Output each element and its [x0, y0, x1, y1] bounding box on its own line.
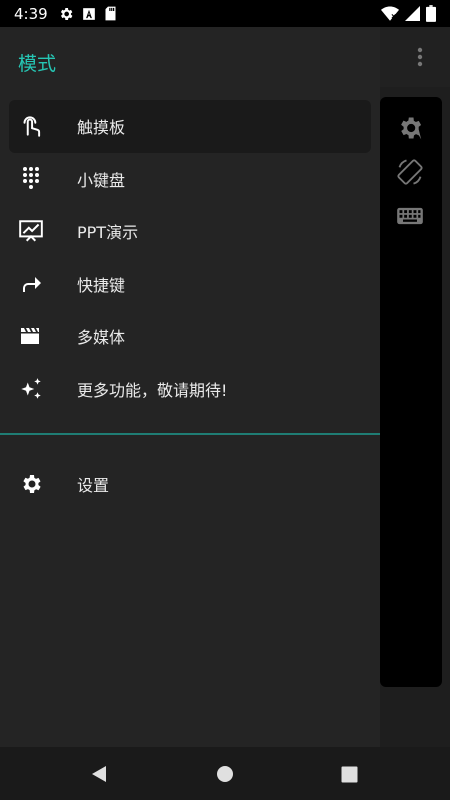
menu-item-label: 多媒体: [77, 328, 126, 348]
menu-item-shortcuts[interactable]: 快捷键: [9, 258, 371, 311]
settings-label: 设置: [77, 476, 110, 495]
menu-item-label: 触摸板: [77, 118, 126, 138]
menu-item-dialpad[interactable]: 小键盘: [9, 153, 371, 206]
system-navigation-bar: [0, 747, 450, 800]
status-bar: 4:39: [0, 0, 450, 27]
presentation-icon: [18, 218, 44, 244]
signal-icon: [405, 6, 420, 21]
settings-icon: [18, 471, 44, 497]
touchpad-icon: [18, 113, 44, 139]
dialpad-icon: [18, 166, 44, 192]
recents-icon[interactable]: [338, 763, 360, 785]
drawer-title: 模式: [18, 53, 57, 75]
battery-icon: [426, 5, 436, 22]
sparkle-icon: [18, 376, 44, 402]
drawer-divider: [0, 433, 380, 435]
overflow-menu-icon[interactable]: [410, 45, 430, 69]
menu-item-label: PPT演示: [77, 223, 139, 243]
settings-gear-icon[interactable]: [396, 114, 424, 142]
home-icon[interactable]: [214, 763, 236, 785]
menu-item-ppt[interactable]: PPT演示: [9, 205, 371, 258]
menu-item-label: 快捷键: [77, 275, 126, 295]
font-icon: [82, 7, 95, 20]
navigation-drawer: 模式 触摸板 小键盘 PPT演示 快捷键 多媒体 更多功能，敬请期待! 设置: [0, 27, 380, 747]
clapperboard-icon: [18, 323, 44, 349]
menu-item-label: 更多功能，敬请期待!: [77, 380, 228, 400]
sd-card-icon: [105, 6, 116, 21]
gear-icon: [60, 7, 73, 20]
menu-item-touchpad[interactable]: 触摸板: [9, 100, 371, 153]
menu-item-multimedia[interactable]: 多媒体: [9, 310, 371, 363]
shortcut-arrow-icon: [18, 271, 44, 297]
menu-item-more-features[interactable]: 更多功能，敬请期待!: [9, 363, 371, 416]
screen-rotation-icon[interactable]: [396, 158, 424, 186]
menu-item-settings[interactable]: 设置: [9, 458, 371, 510]
back-icon[interactable]: [88, 763, 110, 785]
wifi-icon: [381, 6, 399, 21]
keyboard-icon[interactable]: [396, 202, 424, 230]
menu-item-label: 小键盘: [77, 170, 126, 190]
mode-menu: 触摸板 小键盘 PPT演示 快捷键 多媒体 更多功能，敬请期待!: [0, 100, 380, 415]
status-time: 4:39: [14, 4, 48, 23]
